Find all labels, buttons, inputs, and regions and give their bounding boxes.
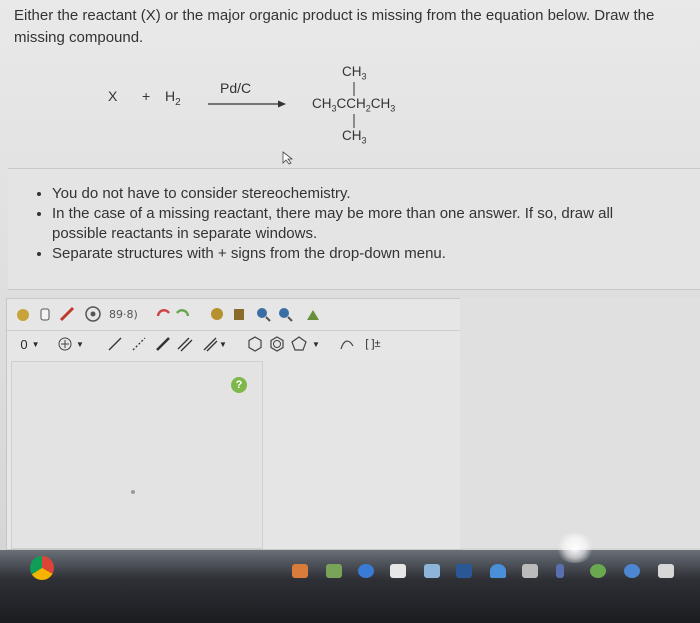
editor-toolbar-top: 89·8)	[7, 301, 461, 327]
bond-dropdown[interactable]: ▼	[199, 334, 229, 354]
redo-icon[interactable]	[173, 304, 193, 324]
question-text: Either the reactant (X) or the major org…	[14, 7, 655, 46]
screen-glare	[555, 533, 595, 563]
help-button[interactable]: ?	[231, 377, 247, 393]
main-chain: CH3CCH2CH3	[312, 96, 396, 114]
clean-icon[interactable]	[303, 304, 323, 324]
top-methyl: CH3	[342, 64, 367, 82]
eraser-icon[interactable]	[35, 304, 55, 324]
instruction-stereochemistry: You do not have to consider stereochemis…	[52, 184, 700, 204]
top-bond	[353, 82, 355, 96]
chevron-down-icon: ▼	[312, 339, 320, 349]
mail-icon[interactable]	[326, 564, 342, 578]
product-molecule: CH3 CH3CCH2CH3 CH3	[308, 60, 428, 160]
bottom-methyl: CH3	[342, 128, 367, 146]
drawing-canvas[interactable]	[11, 361, 263, 549]
trash-icon[interactable]	[658, 564, 674, 578]
bond-dash-tool[interactable]	[129, 334, 149, 354]
mouse-cursor-icon	[282, 151, 294, 165]
charge-value: 0	[20, 336, 28, 352]
word-icon[interactable]	[456, 564, 472, 578]
paste-icon[interactable]	[229, 304, 249, 324]
copy-icon[interactable]	[207, 304, 227, 324]
instruction-separate-structures: Separate structures with + signs from th…	[52, 244, 700, 264]
preview-icon[interactable]	[424, 564, 440, 578]
instructions-list: You do not have to consider stereochemis…	[8, 184, 700, 264]
hexagon-tool[interactable]	[245, 334, 265, 354]
bracket-tool[interactable]: [ ]±	[359, 334, 387, 354]
hand-icon[interactable]	[13, 304, 33, 324]
single-bond-tool[interactable]	[105, 334, 125, 354]
zoom-in-icon[interactable]	[253, 304, 273, 324]
reaction-equation: X + H2 Pd/C CH3 CH3CCH2CH3 CH3	[0, 55, 700, 165]
app-icon[interactable]	[390, 564, 406, 578]
pencil-icon[interactable]	[57, 304, 77, 324]
instruction-multiple-reactants: In the case of a missing reactant, there…	[52, 204, 672, 244]
chevron-down-icon: ▼	[219, 339, 227, 349]
ring-dropdown[interactable]: ▼	[309, 334, 323, 354]
structure-editor: 89·8) 0 ▼ ▼ ▼ ▼ [ ]± ?	[6, 298, 462, 550]
reaction-arrow	[208, 100, 286, 108]
maps-icon[interactable]	[590, 564, 606, 578]
canvas-side-panel	[263, 361, 459, 547]
charge-dropdown[interactable]: 0 ▼	[13, 334, 47, 354]
pentagon-tool[interactable]	[289, 334, 309, 354]
ring-template-icon[interactable]	[83, 304, 103, 324]
compass-icon[interactable]	[624, 564, 640, 578]
right-empty-area	[460, 298, 700, 548]
instructions-box: You do not have to consider stereochemis…	[8, 168, 700, 290]
svg-text:89·8): 89·8)	[109, 308, 138, 321]
catalyst-label: Pd/C	[220, 80, 252, 96]
add-atom-dropdown[interactable]: ▼	[53, 334, 89, 354]
drive-icon[interactable]	[490, 564, 506, 578]
zoom-out-icon[interactable]	[275, 304, 295, 324]
photos-icon[interactable]	[292, 564, 308, 578]
hydrogen-reagent: H2	[165, 88, 181, 108]
keyboard-icon[interactable]	[522, 564, 538, 578]
undo-icon[interactable]	[153, 304, 173, 324]
reactant-x: X	[108, 88, 118, 104]
reagent-subscript: 2	[175, 96, 181, 108]
chevron-down-icon: ▼	[31, 339, 40, 349]
chevron-down-icon: ▼	[76, 339, 84, 349]
reagent-symbol: H	[165, 88, 176, 104]
benzene-tool[interactable]	[267, 334, 287, 354]
bluetooth-icon[interactable]	[556, 564, 564, 578]
charge-icon[interactable]: 89·8)	[107, 304, 143, 324]
chrome-icon[interactable]	[30, 556, 54, 580]
plus-sign: +	[142, 88, 151, 104]
bottom-bond	[353, 114, 355, 128]
canvas-dot	[131, 490, 135, 494]
arrow-tool[interactable]	[337, 334, 357, 354]
triple-bond-tool[interactable]	[175, 334, 195, 354]
editor-toolbar-bottom: 0 ▼ ▼ ▼ ▼ [ ]±	[7, 330, 461, 357]
taskbar	[0, 550, 700, 623]
page-background: Either the reactant (X) or the major org…	[0, 0, 700, 550]
double-bond-tool[interactable]	[153, 334, 173, 354]
safari-icon[interactable]	[358, 564, 374, 578]
